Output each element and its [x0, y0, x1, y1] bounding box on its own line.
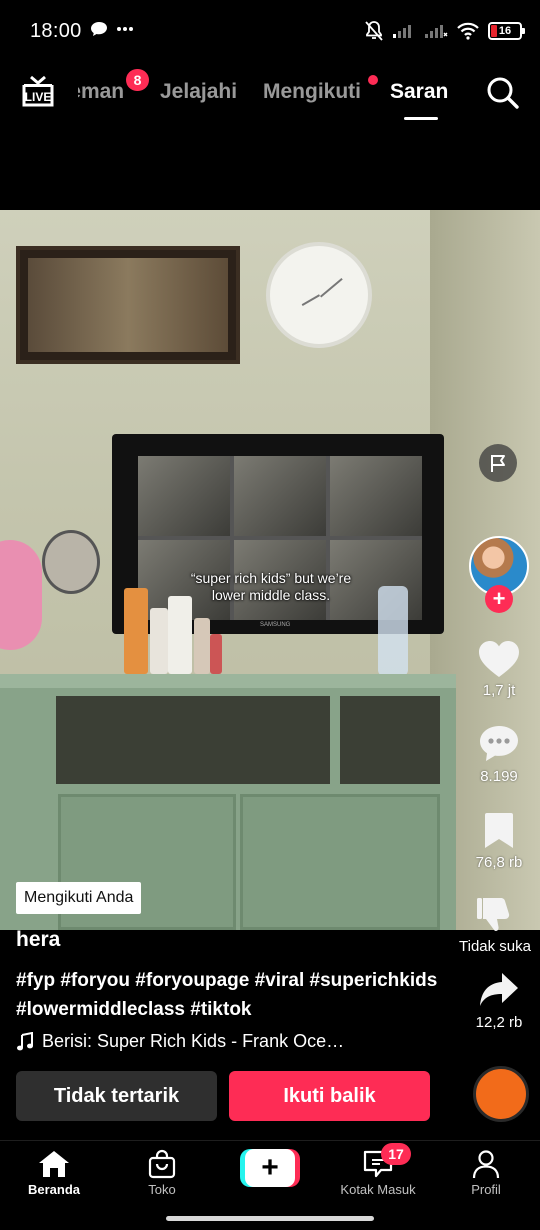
- tab-saran[interactable]: Saran: [390, 80, 448, 104]
- comment-count: 8.199: [480, 768, 518, 785]
- wifi-icon: [457, 22, 479, 40]
- shopping-bag-icon: [148, 1149, 176, 1179]
- teman-badge: 8: [126, 69, 149, 91]
- dislike-action[interactable]: Tidak suka: [450, 894, 540, 955]
- inbox-badge: 17: [381, 1143, 411, 1165]
- comment-icon: [480, 726, 518, 761]
- battery-level: 16: [498, 25, 512, 37]
- music-disc[interactable]: [473, 1066, 529, 1122]
- follow-plus-button[interactable]: +: [485, 585, 513, 613]
- create-button[interactable]: +: [240, 1149, 300, 1187]
- nav-inbox-label: Kotak Masuk: [340, 1182, 416, 1197]
- tv-brand: SAMSUNG: [260, 622, 291, 628]
- plus-icon: +: [245, 1149, 295, 1187]
- post-username[interactable]: hera: [16, 928, 60, 952]
- home-icon: [39, 1151, 69, 1177]
- wall-painting: [16, 246, 240, 364]
- nav-profile[interactable]: Profil: [436, 1149, 536, 1197]
- share-arrow-icon: [480, 973, 518, 1006]
- tab-jelajahi[interactable]: Jelajahi: [160, 80, 237, 104]
- post-description[interactable]: #fyp #foryou #foryoupage #viral #superic…: [16, 966, 446, 1024]
- flag-icon: [491, 455, 505, 472]
- signal-icon: [393, 25, 411, 38]
- music-note-icon: [17, 1031, 33, 1050]
- music-info[interactable]: Berisi: Super Rich Kids - Frank Oce…: [16, 1031, 344, 1052]
- status-left-icons: [90, 21, 134, 37]
- follow-back-button[interactable]: Ikuti balik: [229, 1071, 430, 1121]
- bell-muted-icon: [365, 21, 383, 41]
- live-icon[interactable]: LIVE: [20, 75, 56, 109]
- status-right-icons: 16: [364, 20, 525, 42]
- tab-teman[interactable]: Teman: [78, 80, 124, 104]
- share-count: 12,2 rb: [475, 1014, 523, 1031]
- not-interested-button[interactable]: Tidak tertarik: [16, 1071, 217, 1121]
- nav-shop[interactable]: Toko: [112, 1149, 212, 1197]
- nav-inbox[interactable]: Kotak Masuk: [328, 1149, 428, 1197]
- active-tab-underline: [404, 117, 438, 120]
- top-nav: LIVE Teman Jelajahi Mengikuti Saran: [0, 62, 540, 122]
- comment-action[interactable]: 8.199: [466, 724, 532, 785]
- save-count: 76,8 rb: [475, 854, 523, 871]
- bookmark-icon: [485, 813, 513, 848]
- status-time: 18:00: [30, 20, 82, 42]
- like-count: 1,7 jt: [482, 682, 516, 699]
- save-action[interactable]: 76,8 rb: [466, 812, 532, 871]
- follows-you-label: Mengikuti Anda: [16, 882, 142, 914]
- nav-home[interactable]: Beranda: [4, 1149, 104, 1197]
- share-action[interactable]: 12,2 rb: [462, 970, 536, 1031]
- wall-clock: [266, 242, 372, 348]
- nav-profile-label: Profil: [471, 1182, 501, 1197]
- battery-indicator: 16: [488, 22, 525, 40]
- report-flag-button[interactable]: [479, 444, 517, 482]
- nav-shop-label: Toko: [148, 1182, 176, 1197]
- music-title: Berisi: Super Rich Kids - Frank Oce…: [42, 1031, 345, 1051]
- heart-icon: [479, 641, 519, 677]
- svg-text:LIVE: LIVE: [25, 90, 52, 104]
- home-indicator[interactable]: [166, 1216, 374, 1221]
- nav-home-label: Beranda: [27, 1182, 81, 1197]
- tab-mengikuti[interactable]: Mengikuti: [263, 80, 361, 104]
- dislike-label: Tidak suka: [459, 938, 531, 955]
- chat-bubble-icon: [91, 22, 107, 36]
- signal-2-icon: [425, 25, 448, 38]
- thumbs-down-icon: [477, 898, 510, 932]
- more-dots-icon: [117, 27, 133, 31]
- mengikuti-dot: [368, 75, 378, 85]
- video-player[interactable]: SAMSUNG “super rich kids” but we’re lowe…: [0, 210, 540, 930]
- search-icon[interactable]: [484, 74, 520, 110]
- like-action[interactable]: 1,7 jt: [470, 640, 528, 699]
- status-bar: 18:00 16: [0, 0, 540, 62]
- video-caption-text: “super rich kids” but we’re lower middle…: [190, 570, 352, 603]
- profile-icon: [472, 1150, 500, 1179]
